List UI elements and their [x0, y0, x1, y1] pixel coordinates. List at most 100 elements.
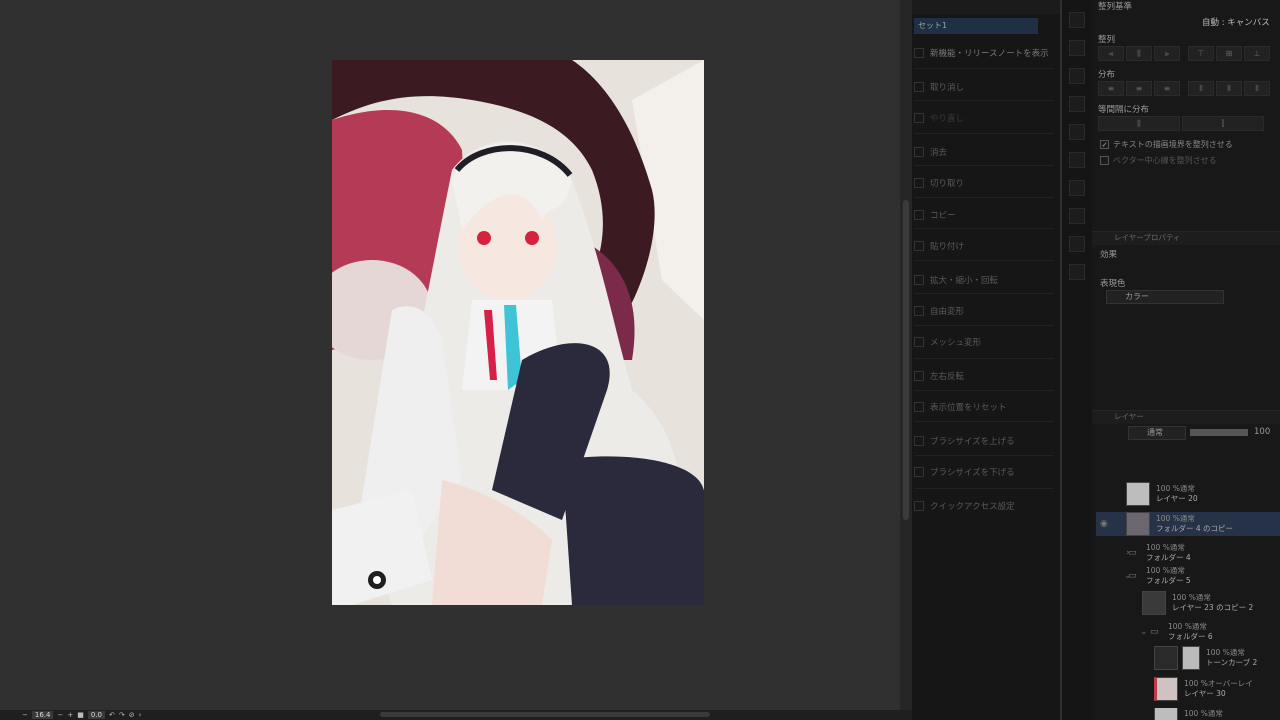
layer-row[interactable]: 100 %通常 レイヤー 23 のコピー 2: [1096, 591, 1280, 615]
horizontal-scroll-thumb[interactable]: [380, 712, 710, 717]
undo-icon: [914, 82, 924, 92]
redo-icon: [914, 113, 924, 123]
panel-tabbar: [912, 0, 1060, 14]
folder-row[interactable]: › ▭ 100 %通常 フォルダー 4: [1096, 543, 1280, 563]
effect-label: 効果: [1100, 250, 1118, 260]
chevron-right-icon[interactable]: ›: [1096, 548, 1130, 558]
chevron-down-icon[interactable]: ⌄: [1096, 627, 1150, 637]
distribute-left-icon[interactable]: ≡: [1098, 81, 1124, 96]
option-text-bounds[interactable]: ✓ テキストの描画境界を整列させる: [1100, 139, 1233, 150]
zoom-plus-icon[interactable]: +: [67, 711, 73, 719]
command-undo[interactable]: 取り消し: [914, 77, 1054, 97]
command-redo[interactable]: やり直し: [914, 108, 1054, 128]
tone-curve-icon: [1154, 646, 1178, 670]
canvas-area[interactable]: [0, 0, 900, 710]
chevron-down-icon[interactable]: ⌄: [1096, 571, 1132, 581]
brush-down-icon: [914, 467, 924, 477]
equal-space-horizontal-icon[interactable]: ⫼: [1098, 116, 1180, 131]
layer-row[interactable]: 100 %通常 トーンカーブ 2: [1096, 646, 1280, 670]
command-quick-access-settings[interactable]: クイックアクセス設定: [914, 496, 1054, 516]
align-top-icon[interactable]: ⊤: [1188, 46, 1214, 61]
layer-thumbnail: [1126, 512, 1150, 536]
command-reset-view[interactable]: 表示位置をリセット: [914, 397, 1054, 417]
distribute-right-icon[interactable]: ≡: [1154, 81, 1180, 96]
rotate-reset-icon[interactable]: ⊘: [129, 711, 135, 719]
panel-toggle-icon[interactable]: [1069, 152, 1085, 168]
layer-panel-tab[interactable]: レイヤー: [1092, 410, 1280, 424]
command-brush-size-down[interactable]: ブラシサイズを下げる: [914, 462, 1054, 482]
folder-row[interactable]: ⌄ ▭ 100 %通常 フォルダー 5: [1096, 566, 1280, 586]
checkbox[interactable]: ✓: [1100, 140, 1109, 149]
align-center-icon[interactable]: ⫼: [1126, 46, 1152, 61]
rotate-left-icon[interactable]: ↶: [109, 711, 115, 719]
free-transform-icon: [914, 306, 924, 316]
zoom-value[interactable]: 16.4: [31, 711, 54, 719]
align-bottom-icon[interactable]: ⊥: [1244, 46, 1270, 61]
eye-icon[interactable]: ◉: [1096, 519, 1126, 529]
align-middle-icon[interactable]: ⊞: [1216, 46, 1242, 61]
align-basis-label: 整列基準: [1098, 2, 1133, 12]
command-mesh-transform[interactable]: メッシュ変形: [914, 332, 1054, 352]
mesh-icon: [914, 337, 924, 347]
window-icon: [914, 48, 924, 58]
align-right-icon[interactable]: ⫸: [1154, 46, 1180, 61]
set-selector[interactable]: セット1: [914, 18, 1038, 34]
transform-icon: [914, 275, 924, 285]
illustration: [332, 60, 704, 605]
command-paste[interactable]: 貼り付け: [914, 236, 1054, 256]
layer-row-selected[interactable]: ◉ 100 %通常 フォルダー 4 のコピー: [1096, 512, 1280, 536]
command-free-transform[interactable]: 自由変形: [914, 301, 1054, 321]
align-basis-value[interactable]: 自動 : キャンバス: [1202, 16, 1270, 28]
panel-toggle-icon[interactable]: [1069, 208, 1085, 224]
zoom-out-icon[interactable]: −: [22, 711, 28, 719]
layer-thumbnail: [1154, 708, 1178, 720]
artwork-canvas[interactable]: [332, 60, 704, 605]
blend-mode-dropdown[interactable]: 通常: [1128, 426, 1186, 440]
command-transform[interactable]: 拡大・縮小・回転: [914, 270, 1054, 290]
expression-color-dropdown[interactable]: カラー: [1106, 290, 1224, 304]
distribute-middle-icon[interactable]: ⦀: [1216, 81, 1242, 96]
panel-toggle-icon[interactable]: [1069, 68, 1085, 84]
layer-row[interactable]: 100 %通常: [1096, 708, 1280, 720]
equal-space-label: 等間隔に分布: [1098, 105, 1150, 115]
rotate-right-icon[interactable]: ↷: [119, 711, 125, 719]
layer-thumbnail: [1154, 677, 1178, 701]
layer-property-tab[interactable]: レイヤープロパティ: [1092, 231, 1280, 245]
equal-space-vertical-icon[interactable]: ⫿: [1182, 116, 1264, 131]
zoom-minus-icon[interactable]: −: [57, 711, 63, 719]
angle-value[interactable]: 0.0: [87, 711, 105, 719]
distribute-bottom-icon[interactable]: ⦀: [1244, 81, 1270, 96]
panel-toggle-icon[interactable]: [1069, 124, 1085, 140]
align-buttons: ⫷ ⫼ ⫸ ⊤ ⊞ ⊥: [1098, 46, 1270, 61]
paste-icon: [914, 241, 924, 251]
layer-row[interactable]: 100 %通常 レイヤー 20: [1096, 482, 1280, 506]
scissors-icon: [914, 178, 924, 188]
vertical-scroll-thumb[interactable]: [903, 200, 909, 520]
folder-icon: ▭: [1128, 571, 1137, 581]
opacity-slider[interactable]: [1190, 429, 1248, 436]
command-release-notes[interactable]: 新機能・リリースノートを表示: [914, 43, 1054, 63]
command-cut[interactable]: 切り取り: [914, 173, 1054, 193]
command-brush-size-up[interactable]: ブラシサイズを上げる: [914, 431, 1054, 451]
checkbox[interactable]: [1100, 156, 1109, 165]
distribute-center-icon[interactable]: ≡: [1126, 81, 1152, 96]
command-clear[interactable]: 消去: [914, 142, 1054, 162]
align-left-icon[interactable]: ⫷: [1098, 46, 1124, 61]
panel-toggle-icon[interactable]: [1069, 96, 1085, 112]
panel-toggle-icon[interactable]: [1069, 236, 1085, 252]
panel-toggle-icon[interactable]: [1069, 12, 1085, 28]
panel-toggle-icon[interactable]: [1069, 264, 1085, 280]
panel-toggle-icon[interactable]: [1069, 40, 1085, 56]
panel-toggle-icon[interactable]: [1069, 180, 1085, 196]
opacity-value[interactable]: 100: [1254, 427, 1270, 437]
folder-row[interactable]: ⌄ ▭ 100 %通常 フォルダー 6: [1096, 622, 1280, 642]
fit-icon[interactable]: ■: [77, 711, 84, 719]
equal-space-buttons: ⫼ ⫿: [1098, 116, 1264, 131]
layer-row[interactable]: 100 %オーバーレイ レイヤー 30: [1096, 677, 1280, 701]
vertical-scrollbar[interactable]: [900, 0, 912, 710]
option-vector-centerline[interactable]: ベクター中心線を整列させる: [1100, 155, 1217, 166]
command-copy[interactable]: コピー: [914, 205, 1054, 225]
scroll-left-icon[interactable]: ‹: [139, 711, 142, 719]
distribute-top-icon[interactable]: ⦀: [1188, 81, 1214, 96]
command-flip-horizontal[interactable]: 左右反転: [914, 366, 1054, 386]
